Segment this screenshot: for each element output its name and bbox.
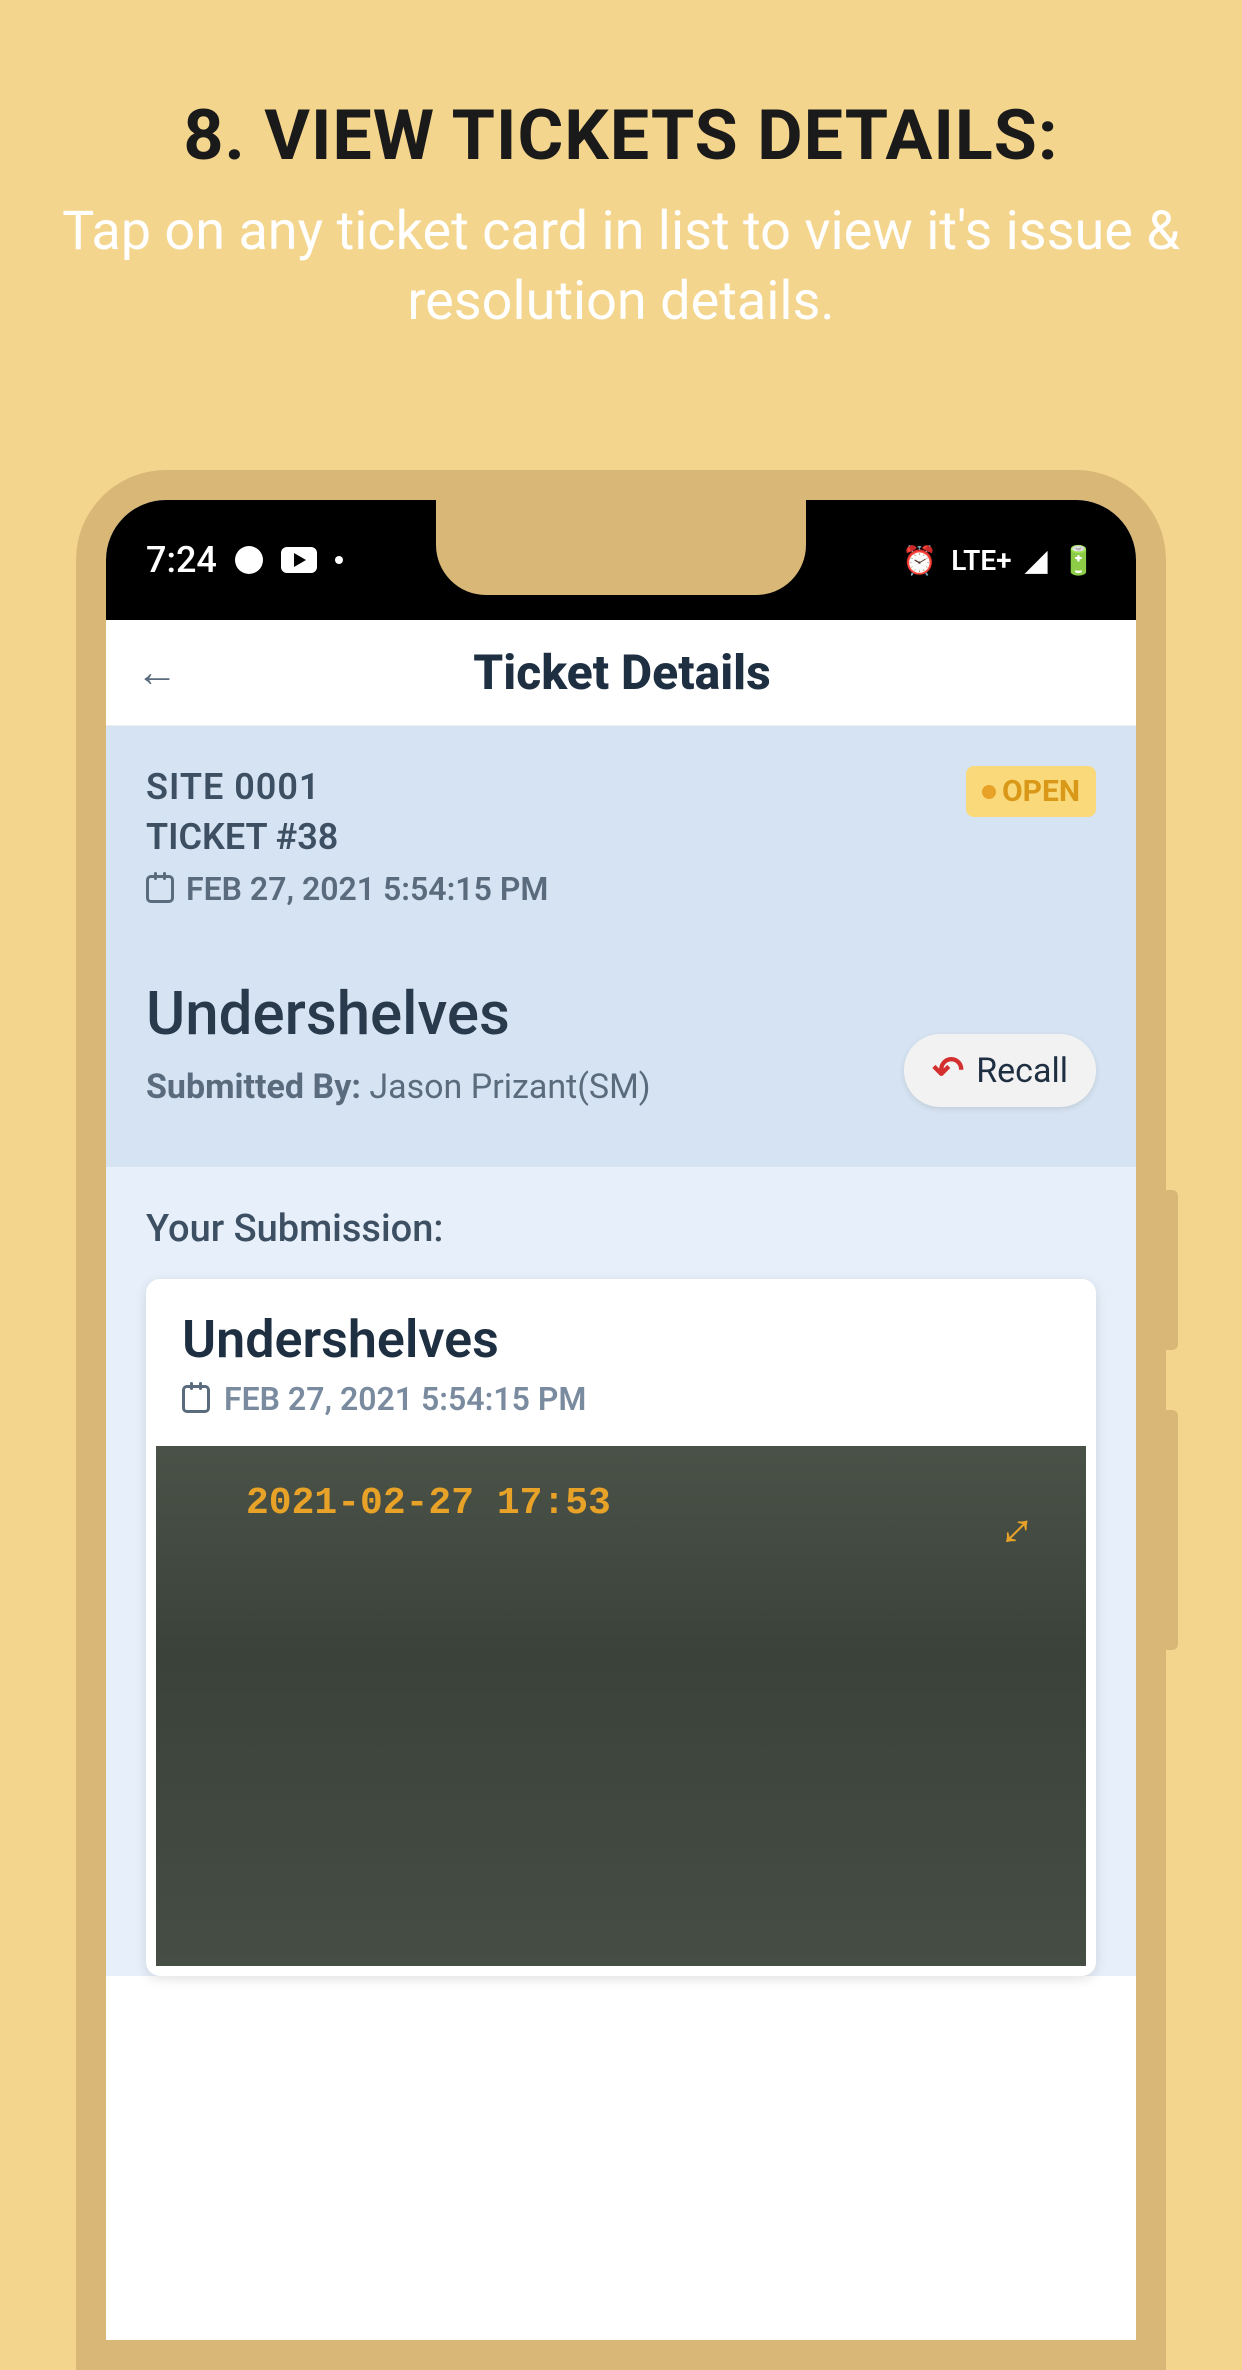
- status-time: 7:24: [146, 539, 217, 581]
- notch: [436, 500, 806, 595]
- status-left: 7:24: [146, 539, 343, 581]
- page-title: Ticket Details: [138, 644, 1106, 701]
- battery-icon: 🔋: [1061, 544, 1096, 577]
- more-dot-icon: [335, 556, 343, 564]
- ticket-number: TICKET #38: [146, 816, 1096, 858]
- submitted-by-value: Jason Prizant(SM): [361, 1067, 651, 1107]
- submitted-by-label: Submitted By:: [146, 1067, 361, 1107]
- network-label: LTE+: [951, 544, 1011, 577]
- phone-frame: 7:24 ⏰ LTE+ ◢ 🔋 ← Ticket Details OPEN SI…: [76, 470, 1166, 2370]
- calendar-icon: [146, 875, 174, 903]
- phone-button-decor: [1162, 1410, 1178, 1650]
- submission-section: Your Submission: Undershelves FEB 27, 20…: [106, 1167, 1136, 1976]
- youtube-icon: [281, 547, 317, 573]
- ticket-summary-panel: OPEN SITE 0001 TICKET #38 FEB 27, 2021 5…: [106, 726, 1136, 1167]
- ticket-datetime: FEB 27, 2021 5:54:15 PM: [186, 870, 548, 908]
- expand-icon[interactable]: ↔: [972, 1487, 1049, 1564]
- submission-card-title: Undershelves: [182, 1309, 1060, 1370]
- submission-card-date-row: FEB 27, 2021 5:54:15 PM: [182, 1380, 1060, 1418]
- submission-card[interactable]: Undershelves FEB 27, 2021 5:54:15 PM 202…: [146, 1279, 1096, 1976]
- ticket-datetime-row: FEB 27, 2021 5:54:15 PM: [146, 870, 1096, 908]
- undo-icon: ↶: [932, 1048, 964, 1093]
- promo-subtitle: Tap on any ticket card in list to view i…: [0, 197, 1242, 337]
- image-timestamp-overlay: 2021-02-27 17:53: [246, 1482, 611, 1525]
- calendar-icon: [182, 1385, 210, 1413]
- site-label: SITE 0001: [146, 766, 1096, 808]
- recall-button[interactable]: ↶ Recall: [904, 1034, 1096, 1107]
- status-badge: OPEN: [966, 766, 1096, 817]
- app-indicator-icon: [235, 546, 263, 574]
- submission-card-date: FEB 27, 2021 5:54:15 PM: [224, 1380, 586, 1418]
- status-text: OPEN: [1002, 774, 1080, 809]
- app-header: ← Ticket Details: [106, 620, 1136, 726]
- promo-title: 8. VIEW TICKETS DETAILS:: [0, 95, 1242, 177]
- status-bar: 7:24 ⏰ LTE+ ◢ 🔋: [106, 500, 1136, 620]
- submission-card-header: Undershelves FEB 27, 2021 5:54:15 PM: [146, 1279, 1096, 1436]
- signal-icon: ◢: [1026, 544, 1048, 577]
- status-right: ⏰ LTE+ ◢ 🔋: [902, 544, 1096, 577]
- promo-header: 8. VIEW TICKETS DETAILS: Tap on any tick…: [0, 0, 1242, 337]
- recall-label: Recall: [976, 1051, 1068, 1091]
- phone-button-decor: [1162, 1190, 1178, 1350]
- phone-screen: 7:24 ⏰ LTE+ ◢ 🔋 ← Ticket Details OPEN SI…: [106, 500, 1136, 2340]
- submission-section-label: Your Submission:: [146, 1207, 1096, 1251]
- submission-image[interactable]: 2021-02-27 17:53 ↔: [156, 1446, 1086, 1966]
- alarm-icon: ⏰: [902, 544, 937, 577]
